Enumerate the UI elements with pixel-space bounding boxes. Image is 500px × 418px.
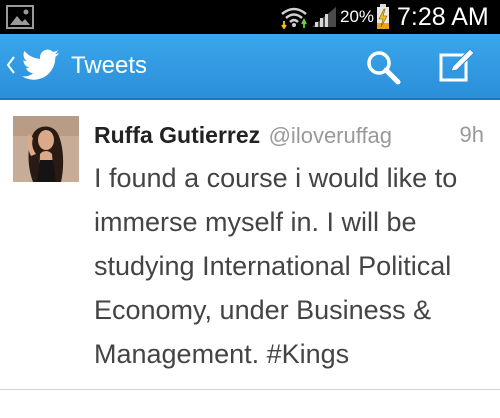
- tweet-text: I found a course i would like to immerse…: [94, 163, 458, 369]
- twitter-bird-icon[interactable]: [22, 49, 60, 81]
- divider: [0, 389, 500, 390]
- tweet-list-item[interactable]: Ruffa Gutierrez @iloveruffag 9h I found …: [0, 100, 500, 389]
- wifi-icon: [281, 7, 307, 29]
- gallery-icon: [6, 5, 34, 29]
- compose-icon[interactable]: [438, 47, 476, 85]
- author-name[interactable]: Ruffa Gutierrez: [94, 122, 260, 148]
- search-icon[interactable]: [364, 48, 402, 86]
- back-chevron-icon[interactable]: [6, 54, 16, 76]
- page-title: Tweets: [71, 52, 148, 79]
- tweet-timestamp: 9h: [459, 122, 484, 147]
- clock: 7:28 AM: [397, 3, 489, 31]
- signal-icon: [312, 7, 336, 27]
- battery-percent: 20%: [340, 7, 375, 26]
- status-bar: 20% 7:28 AM: [0, 0, 500, 34]
- tweet-header: Ruffa Gutierrez @iloveruffag 9h: [94, 120, 484, 150]
- battery-charging-icon: [377, 4, 389, 29]
- avatar-photo-icon: [13, 116, 79, 182]
- avatar[interactable]: [13, 116, 79, 182]
- action-bar: Tweets: [0, 34, 500, 100]
- author-handle[interactable]: @iloveruffag: [269, 123, 392, 148]
